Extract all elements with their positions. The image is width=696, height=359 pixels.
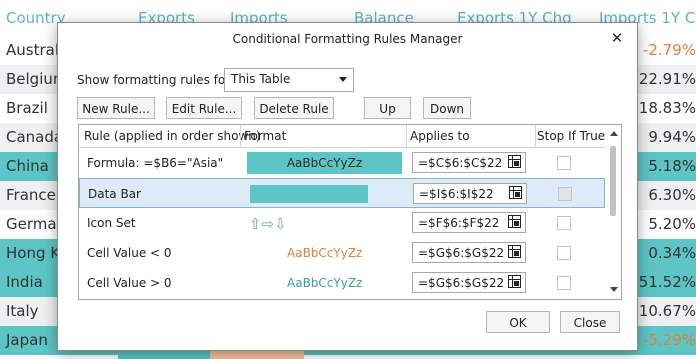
column-divider [406,125,407,147]
applies-to-value: =$I$6:$I$22 [419,187,494,201]
stop-if-true-checkbox[interactable] [558,187,572,201]
rule-row[interactable]: Icon Set ⇧⇨⇩ =$F$6:$F$22 [79,208,605,238]
rule-row[interactable]: Formula: =$B6="Asia" AaBbCcYyZz =$C$6:$C… [79,148,605,178]
range-picker-icon[interactable] [508,215,521,228]
range-picker-icon[interactable] [508,155,521,168]
rule-row[interactable]: Cell Value < 0 AaBbCcYyZz =$G$6:$G$22 [79,238,605,268]
scroll-down-icon[interactable] [610,287,618,292]
column-divider [240,125,241,147]
applies-to-value: =$C$6:$C$22 [418,156,503,170]
format-column-header: Format [244,129,287,143]
format-preview-text: AaBbCcYyZz [286,156,363,170]
imports-change-cell: 22.91% [638,70,696,88]
imports-change-cell: 6.30% [648,186,696,204]
stop-if-true-checkbox[interactable] [557,156,571,170]
format-preview-text: AaBbCcYyZz [287,246,363,260]
applies-to-field[interactable]: =$G$6:$G$22 [412,242,526,263]
close-icon[interactable]: ✕ [605,26,629,50]
rule-name: Cell Value < 0 [87,246,172,260]
rules-grid-scrollbar[interactable] [606,125,621,299]
rule-name: Formula: =$B6="Asia" [87,156,224,170]
imports-change-cell: 18.83% [638,99,696,117]
show-rules-label: Show formatting rules for: [77,73,234,87]
range-picker-icon[interactable] [508,245,521,258]
ok-button[interactable]: OK [486,311,550,333]
rule-name: Icon Set [87,216,136,230]
imports-change-cell: 5.20% [648,215,696,233]
range-picker-icon[interactable] [508,275,521,288]
scrollbar-thumb[interactable] [610,146,616,216]
chevron-down-icon [339,77,347,82]
format-preview-databar [250,185,368,203]
imports-change-cell: -5.29% [642,331,696,349]
stop-if-true-checkbox[interactable] [557,246,571,260]
move-up-button[interactable]: Up [364,97,411,119]
applies-to-field[interactable]: =$F$6:$F$22 [412,212,526,233]
rules-scope-select[interactable]: This Table [224,68,354,92]
stop-if-true-checkbox[interactable] [557,276,571,290]
dialog-title: Conditional Formatting Rules Manager [232,32,463,46]
country-cell: France [6,186,56,204]
stop-if-true-checkbox[interactable] [557,216,571,230]
close-button[interactable]: Close [560,311,620,333]
rules-scope-value: This Table [231,72,291,86]
imports-change-cell: -2.79% [642,41,696,59]
rule-row-selected[interactable]: Data Bar =$I$6:$I$22 [79,178,605,208]
rule-column-header: Rule (applied in order shown) [84,129,261,143]
scroll-up-icon[interactable] [610,131,618,136]
country-cell: Japan [6,331,48,349]
rule-name: Cell Value > 0 [87,276,172,290]
country-cell: Canada [6,128,64,146]
imports-change-cell: 9.94% [648,128,696,146]
country-cell: Italy [6,302,39,320]
range-picker-icon[interactable] [509,186,522,199]
format-preview-text: AaBbCcYyZz [287,276,363,290]
country-cell: Brazil [6,99,48,117]
imports-change-cell: 51.52% [638,273,696,291]
rules-grid: Rule (applied in order shown) Format App… [78,124,622,300]
column-divider [535,125,536,147]
arrow-icons: ⇧⇨⇩ [249,215,287,233]
applies-to-column-header: Applies to [410,129,470,143]
applies-to-value: =$G$6:$G$22 [418,276,505,290]
country-cell: India [6,273,43,291]
applies-to-field[interactable]: =$G$6:$G$22 [412,272,526,293]
applies-to-field[interactable]: =$C$6:$C$22 [412,152,526,173]
edit-rule-button[interactable]: Edit Rule... [166,97,242,119]
country-cell: China [6,157,49,175]
imports-change-cell: 0.34% [648,244,696,262]
applies-to-value: =$F$6:$F$22 [418,216,500,230]
new-rule-button[interactable]: New Rule... [77,97,155,119]
rule-row[interactable]: Cell Value > 0 AaBbCcYyZz =$G$6:$G$22 [79,268,605,298]
move-down-button[interactable]: Down [423,97,471,119]
applies-to-field[interactable]: =$I$6:$I$22 [413,183,527,204]
format-preview-fill: AaBbCcYyZz [247,152,402,174]
rule-name: Data Bar [88,187,141,201]
delete-rule-button[interactable]: Delete Rule [254,97,334,119]
conditional-formatting-dialog: Conditional Formatting Rules Manager ✕ S… [57,22,638,351]
imports-change-cell: 5.18% [648,157,696,175]
rules-grid-header: Rule (applied in order shown) Format App… [79,125,605,148]
applies-to-value: =$G$6:$G$22 [418,246,505,260]
format-preview-icon-set: ⇧⇨⇩ [249,214,289,233]
stop-if-true-column-header: Stop If True [537,129,606,143]
imports-change-cell: 10.67% [638,302,696,320]
